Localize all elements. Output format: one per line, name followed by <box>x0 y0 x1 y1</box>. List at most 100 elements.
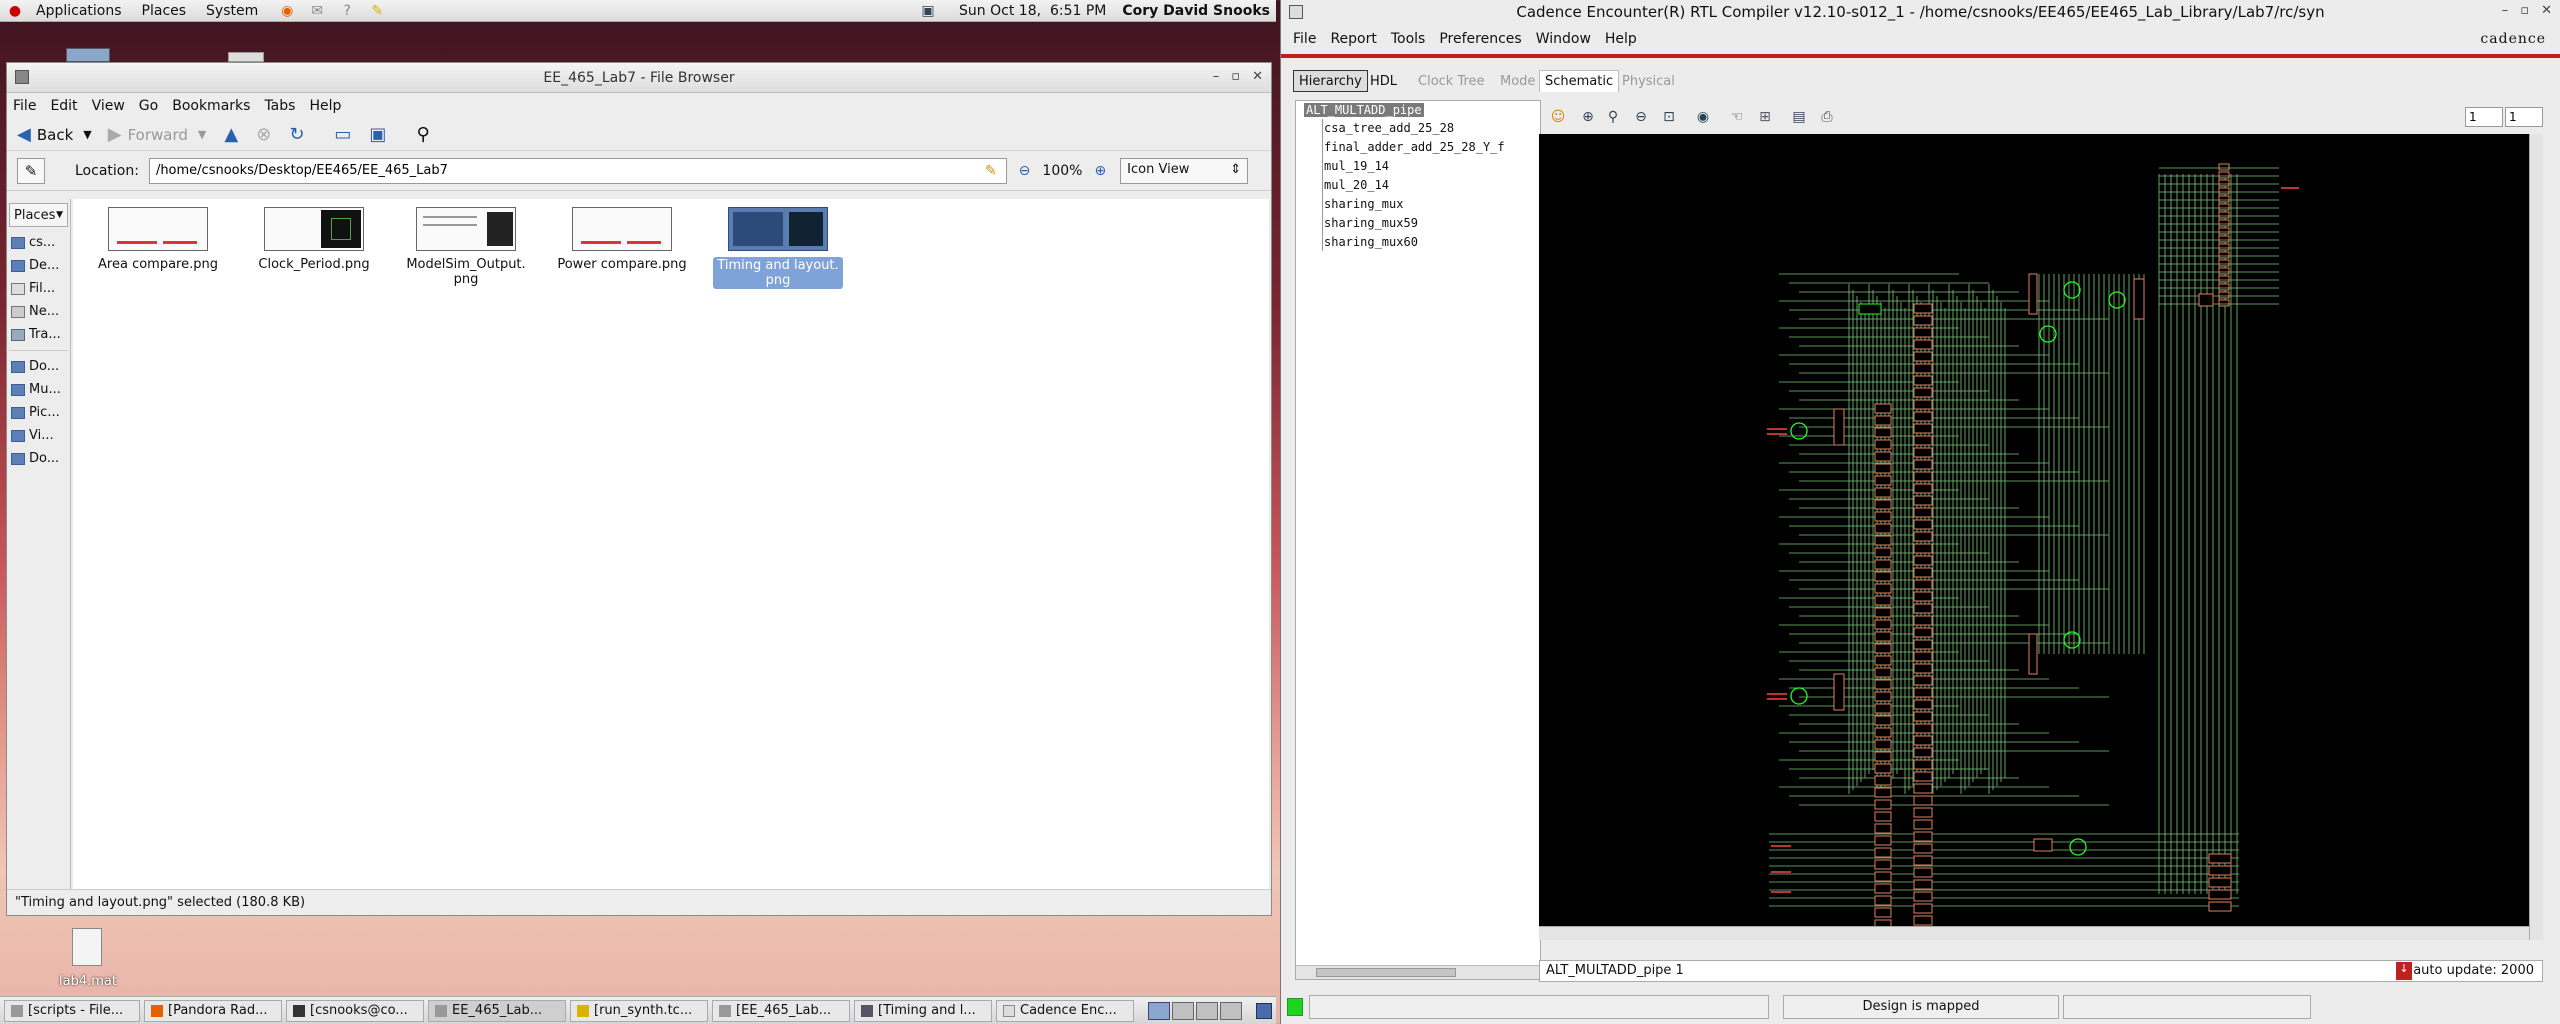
back-history-icon[interactable]: ▼ <box>83 128 91 141</box>
up-icon[interactable]: ▲ <box>224 124 238 145</box>
tree-item[interactable]: sharing_mux60 <box>1324 235 1418 249</box>
reload-icon[interactable]: ↻ <box>289 124 304 145</box>
user-name[interactable]: Cory David Snooks <box>1122 3 1270 19</box>
redhat-icon[interactable]: ● <box>6 2 24 20</box>
taskbar-item[interactable]: [csnooks@co... <box>286 999 424 1022</box>
file-browser-titlebar[interactable]: EE_465_Lab7 - File Browser – ▫ ✕ <box>7 63 1271 93</box>
menu-preferences[interactable]: Preferences <box>1439 31 1521 47</box>
places-item[interactable]: De... <box>7 254 70 277</box>
file-item-selected[interactable]: Timing and layout. png <box>713 207 843 289</box>
tree-item[interactable]: mul_20_14 <box>1324 178 1389 192</box>
taskbar-item[interactable]: [EE_465_Lab... <box>712 999 850 1022</box>
edit-location-icon[interactable]: ✎ <box>17 157 45 184</box>
menu-bookmarks[interactable]: Bookmarks <box>172 98 250 114</box>
home-folder-icon[interactable]: ▭ <box>334 124 351 145</box>
print-icon[interactable]: ⎙ <box>1813 109 1841 125</box>
forward-history-icon[interactable]: ▼ <box>198 128 206 141</box>
menu-help[interactable]: Help <box>1605 31 1637 47</box>
minimize-button[interactable]: – <box>2502 3 2509 18</box>
tree-item[interactable]: sharing_mux59 <box>1324 216 1418 230</box>
mail-icon[interactable]: ✉ <box>308 2 326 20</box>
places-item[interactable]: Fil... <box>7 277 70 300</box>
places-item[interactable]: Ne... <box>7 300 70 323</box>
hand-icon[interactable]: ☜ <box>1723 109 1751 125</box>
hscrollbar[interactable] <box>1539 926 2529 940</box>
file-item[interactable]: ModelSim_Output. png <box>401 207 531 287</box>
places-item[interactable]: cs... <box>7 231 70 254</box>
menu-view[interactable]: View <box>92 98 125 114</box>
vscrollbar[interactable] <box>2529 134 2543 940</box>
menu-system[interactable]: System <box>206 3 258 19</box>
icon-view[interactable]: Area compare.png Clock_Period.png ModelS… <box>73 199 1269 889</box>
firefox-icon[interactable]: ◉ <box>278 2 296 20</box>
zoom-icon[interactable]: ⚲ <box>1599 109 1627 125</box>
refresh-icon[interactable]: ☺ <box>1547 109 1569 125</box>
scroll-thumb[interactable] <box>1316 968 1456 977</box>
tree-root[interactable]: ALT_MULTADD_pipe <box>1304 103 1424 117</box>
save-icon[interactable]: ▤ <box>1785 109 1813 125</box>
taskbar-item[interactable]: [Timing and l... <box>854 999 992 1022</box>
tree-item[interactable]: final_adder_add_25_28_Y_f <box>1324 140 1540 154</box>
desktop-file-icon[interactable] <box>72 928 102 966</box>
info-icon[interactable]: ◉ <box>1689 109 1717 125</box>
notification-icon[interactable] <box>1256 1002 1272 1019</box>
back-button[interactable]: Back <box>37 126 73 144</box>
places-dropdown[interactable]: Places ▼ <box>9 203 68 227</box>
menu-edit[interactable]: Edit <box>50 98 77 114</box>
zoom-in-icon[interactable]: ⊕ <box>1094 163 1106 179</box>
help-icon[interactable]: ? <box>338 2 356 20</box>
file-item[interactable]: Power compare.png <box>557 207 687 272</box>
workspace-switcher[interactable] <box>1148 1001 1242 1020</box>
close-button[interactable]: ✕ <box>2541 3 2552 18</box>
menu-tabs[interactable]: Tabs <box>264 98 295 114</box>
desktop-folder-icon[interactable] <box>228 52 264 62</box>
hierarchy-tree[interactable]: ALT_MULTADD_pipe csa_tree_add_25_28 fina… <box>1295 100 1541 980</box>
tab-mode[interactable]: Mode <box>1495 70 1539 92</box>
places-item[interactable]: Vi... <box>7 424 70 447</box>
workspace-4[interactable] <box>1220 1001 1242 1020</box>
places-item[interactable]: Do... <box>7 447 70 470</box>
zoom-in-icon[interactable]: ⊕ <box>1577 109 1599 125</box>
menu-file[interactable]: File <box>13 98 36 114</box>
places-item[interactable]: Tra... <box>7 323 70 346</box>
menu-file[interactable]: File <box>1293 31 1316 47</box>
tab-physical[interactable]: Physical <box>1617 70 1680 92</box>
clear-location-icon[interactable]: ✎ <box>985 163 997 179</box>
desktop-computer-icon[interactable] <box>66 48 110 62</box>
desktop-file-label[interactable]: lab4.mat <box>56 974 120 989</box>
taskbar-item[interactable]: [run_synth.tc... <box>570 999 708 1022</box>
computer-icon[interactable]: ▣ <box>369 124 386 145</box>
forward-arrow-icon[interactable]: ▶ <box>108 124 122 145</box>
places-item[interactable]: Do... <box>7 355 70 378</box>
tab-hdl[interactable]: HDL <box>1365 70 1402 92</box>
zoom-out-icon[interactable]: ⊖ <box>1627 109 1655 125</box>
forward-button[interactable]: Forward <box>128 126 188 144</box>
maximize-button[interactable]: ▫ <box>1231 69 1240 84</box>
menu-applications[interactable]: Applications <box>36 3 122 19</box>
window-menu-icon[interactable] <box>15 70 29 84</box>
file-item[interactable]: Clock_Period.png <box>249 207 379 272</box>
taskbar-item[interactable]: EE_465_Lab... <box>428 999 566 1022</box>
menu-report[interactable]: Report <box>1330 31 1376 47</box>
search-icon[interactable]: ⚲ <box>416 124 429 145</box>
tree-hscrollbar[interactable] <box>1296 965 1540 979</box>
minimize-button[interactable]: – <box>1213 69 1220 84</box>
tab-clock-tree[interactable]: Clock Tree <box>1413 70 1490 92</box>
tab-schematic[interactable]: Schematic <box>1539 70 1620 92</box>
menu-go[interactable]: Go <box>139 98 158 114</box>
tree-item[interactable]: sharing_mux <box>1324 197 1403 211</box>
view-mode-select[interactable]: Icon View ⇕ <box>1120 157 1249 184</box>
back-arrow-icon[interactable]: ◀ <box>17 124 31 145</box>
workspace-1[interactable] <box>1148 1001 1170 1020</box>
select-icon[interactable]: ⊞ <box>1751 109 1779 125</box>
tree-item[interactable]: mul_19_14 <box>1324 159 1389 173</box>
taskbar-item[interactable]: [scripts - File... <box>4 999 140 1022</box>
menu-window[interactable]: Window <box>1536 31 1591 47</box>
zoom-fit-icon[interactable]: ⊡ <box>1655 109 1683 125</box>
taskbar-item[interactable]: Cadence Enc... <box>996 999 1134 1022</box>
places-item[interactable]: Pic... <box>7 401 70 424</box>
tree-item[interactable]: csa_tree_add_25_28 <box>1324 121 1454 135</box>
workspace-3[interactable] <box>1196 1001 1218 1020</box>
tab-hierarchy[interactable]: Hierarchy <box>1293 70 1368 92</box>
schematic-canvas[interactable] <box>1539 134 2543 940</box>
